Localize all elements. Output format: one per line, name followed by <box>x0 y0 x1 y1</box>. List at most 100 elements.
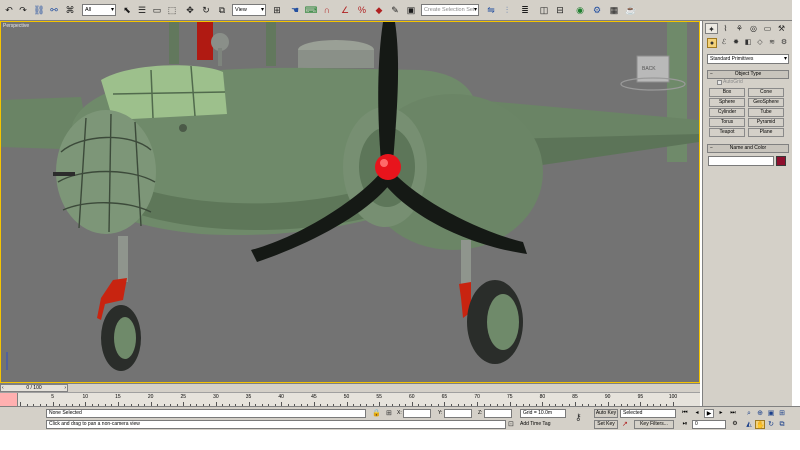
go-to-end-icon[interactable]: ⏭ <box>728 409 738 418</box>
key-icon[interactable]: ⚷ <box>575 413 582 422</box>
absolute-mode-icon[interactable]: ⊞ <box>386 409 392 418</box>
box-button[interactable]: Box <box>709 88 745 97</box>
mirror-icon[interactable]: ⇋ <box>484 3 498 17</box>
cameras-icon[interactable]: ◧ <box>743 38 753 48</box>
orbit-icon[interactable]: ↻ <box>766 420 776 429</box>
key-mode-dropdown[interactable]: Selected <box>620 409 676 418</box>
rectangular-selection-icon[interactable]: ▭ <box>150 3 164 17</box>
render-setup-icon[interactable]: ⚙ <box>590 3 604 17</box>
object-name-field[interactable] <box>708 156 774 166</box>
viewport-label[interactable]: Perspective <box>3 23 29 29</box>
torus-button[interactable]: Torus <box>709 118 745 127</box>
teapot-button[interactable]: Teapot <box>709 128 745 137</box>
next-frame-icon[interactable]: › <box>64 385 66 391</box>
named-selection-set-dropdown[interactable]: Create Selection Set <box>421 4 479 16</box>
spinner-snap-icon[interactable]: ◆ <box>372 3 386 17</box>
snaps-toggle-icon[interactable]: ∩ <box>320 3 334 17</box>
hierarchy-tab[interactable]: ⚘ <box>733 23 746 34</box>
angle-snap-icon[interactable]: ∠ <box>338 3 352 17</box>
create-tab[interactable]: ✦ <box>705 23 718 34</box>
shapes-icon[interactable]: ℰ <box>719 38 729 48</box>
autogrid-checkbox[interactable] <box>717 80 722 85</box>
tube-button[interactable]: Tube <box>748 108 784 117</box>
play-icon[interactable]: ▶ <box>704 409 714 418</box>
material-editor-icon[interactable]: ◉ <box>573 3 587 17</box>
perspective-viewport[interactable]: Perspective BACK <box>0 21 700 383</box>
time-slider-thumb[interactable]: ‹ 0 / 100 › <box>0 384 68 392</box>
quick-render-icon[interactable]: ☕ <box>624 3 638 17</box>
geosphere-button[interactable]: GeoSphere <box>748 98 784 107</box>
cone-button[interactable]: Cone <box>748 88 784 97</box>
zoom-icon[interactable]: ⌕ <box>744 409 754 418</box>
trackbar-current-frame-marker <box>0 393 18 406</box>
window-crossing-icon[interactable]: ⬚ <box>165 3 179 17</box>
utilities-tab[interactable]: ⚒ <box>775 23 788 34</box>
align-icon[interactable]: ⫶ <box>500 3 514 17</box>
viewcube-face-label[interactable]: BACK <box>642 66 656 72</box>
select-object-icon[interactable]: ⬉ <box>120 3 134 17</box>
edit-named-selection-icon[interactable]: ✎ <box>388 3 402 17</box>
pyramid-button[interactable]: Pyramid <box>748 118 784 127</box>
key-filters-button[interactable]: Key Filters... <box>634 420 674 429</box>
modify-tab[interactable]: ⌇ <box>719 23 732 34</box>
set-key-button[interactable]: Set Key <box>594 420 618 429</box>
bind-space-warp-icon[interactable]: ⌘ <box>63 3 77 17</box>
undo-icon[interactable]: ↶ <box>2 3 16 17</box>
select-and-manipulate-icon[interactable]: ☚ <box>288 3 302 17</box>
use-pivot-center-icon[interactable]: ⊞ <box>270 3 284 17</box>
zoom-extents-all-icon[interactable]: ⊞ <box>777 409 787 418</box>
layer-manager-icon[interactable]: ≣ <box>518 3 532 17</box>
curve-editor-icon[interactable]: ◫ <box>537 3 551 17</box>
zoom-all-icon[interactable]: ⊕ <box>755 409 765 418</box>
sphere-button[interactable]: Sphere <box>709 98 745 107</box>
z-coordinate-field[interactable] <box>484 409 512 418</box>
pan-view-icon[interactable]: ✋ <box>755 420 765 429</box>
y-coordinate-field[interactable] <box>444 409 472 418</box>
select-and-link-icon[interactable]: ⛓ <box>32 3 46 17</box>
geometry-icon[interactable]: ● <box>707 38 717 48</box>
previous-key-icon[interactable]: ◂ <box>692 409 702 418</box>
default-in-out-tangents-icon[interactable]: ↗ <box>622 420 628 429</box>
display-tab[interactable]: ▭ <box>761 23 774 34</box>
space-warps-icon[interactable]: ≋ <box>767 38 777 48</box>
selection-lock-icon[interactable]: 🔒 <box>372 409 381 418</box>
select-and-rotate-icon[interactable]: ↻ <box>199 3 213 17</box>
next-key-icon[interactable]: ▸ <box>716 409 726 418</box>
maximize-viewport-icon[interactable]: ⧉ <box>777 420 787 429</box>
time-slider-track[interactable]: ‹ 0 / 100 › <box>0 383 700 392</box>
add-time-tag-button[interactable]: Add Time Tag <box>520 420 550 429</box>
object-color-swatch[interactable] <box>776 156 786 166</box>
object-type-rollout[interactable]: − Object Type <box>707 70 789 79</box>
select-and-move-icon[interactable]: ✥ <box>183 3 197 17</box>
key-mode-toggle-icon[interactable]: ⏯ <box>680 420 690 429</box>
selection-filter-dropdown[interactable]: All <box>82 4 116 16</box>
primitive-category-dropdown[interactable]: Standard Primitives <box>707 54 789 64</box>
select-by-name-icon[interactable]: ☰ <box>135 3 149 17</box>
schematic-view-icon[interactable]: ⊟ <box>553 3 567 17</box>
x-coordinate-field[interactable] <box>403 409 431 418</box>
auto-key-button[interactable]: Auto Key <box>594 409 618 418</box>
lights-icon[interactable]: ✸ <box>731 38 741 48</box>
field-of-view-icon[interactable]: ◭ <box>744 420 754 429</box>
select-and-scale-icon[interactable]: ⧉ <box>215 3 229 17</box>
rendered-frame-window-icon[interactable]: ▦ <box>607 3 621 17</box>
name-and-color-rollout[interactable]: − Name and Color <box>707 144 789 153</box>
trackbar[interactable]: 5 10 15 20 25 30 35 40 45 50 55 60 65 70 75 80 85 90 95 100 <box>0 392 700 406</box>
systems-icon[interactable]: ⚙ <box>779 38 789 48</box>
zoom-extents-icon[interactable]: ▣ <box>766 409 776 418</box>
keyboard-shortcut-override-icon[interactable]: ⌨ <box>304 3 318 17</box>
helpers-icon[interactable]: ◇ <box>755 38 765 48</box>
reference-coordinate-system-dropdown[interactable]: View <box>232 4 266 16</box>
percent-snap-icon[interactable]: % <box>355 3 369 17</box>
edit-named-selection-sets-icon[interactable]: ▣ <box>404 3 418 17</box>
current-frame-field[interactable]: 0 <box>692 420 726 429</box>
go-to-start-icon[interactable]: ⏮ <box>680 409 690 418</box>
cylinder-button[interactable]: Cylinder <box>709 108 745 117</box>
motion-tab[interactable]: ◎ <box>747 23 760 34</box>
unlink-icon[interactable]: ⚯ <box>47 3 61 17</box>
time-configuration-icon[interactable]: ⚙ <box>730 420 740 429</box>
plane-button[interactable]: Plane <box>748 128 784 137</box>
trackbar-frame-label: 70 <box>474 394 480 400</box>
previous-frame-icon[interactable]: ‹ <box>2 385 4 391</box>
redo-icon[interactable]: ↷ <box>16 3 30 17</box>
